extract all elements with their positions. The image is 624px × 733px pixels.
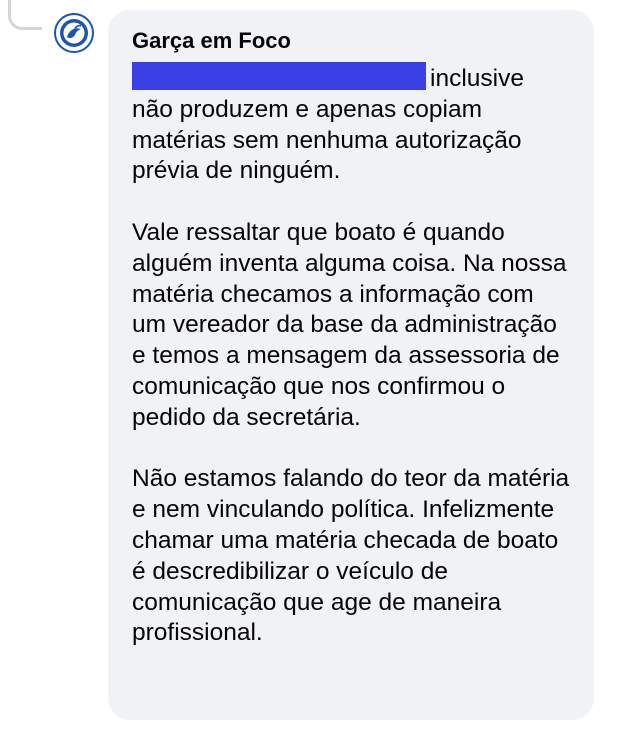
comment-text: inclusive não produzem e apenas copiam ma… bbox=[132, 62, 574, 649]
comment-paragraph-2: Vale ressaltar que boato é quando alguém… bbox=[132, 218, 567, 431]
redacted-text-block bbox=[132, 62, 426, 90]
comment-paragraph-1-body: não produzem e apenas copiam matérias se… bbox=[132, 95, 522, 185]
avatar[interactable] bbox=[54, 13, 94, 53]
comment-bubble: Garça em Foco inclusive não produzem e ap… bbox=[108, 10, 594, 720]
comment-paragraph-3: Não estamos falando do teor da matéria e… bbox=[132, 465, 570, 647]
comment-paragraph-1: inclusive não produzem e apenas copiam ma… bbox=[132, 62, 574, 187]
reply-thread-connector bbox=[8, 0, 42, 30]
bird-logo-icon bbox=[60, 19, 88, 47]
comment-author-name[interactable]: Garça em Foco bbox=[132, 26, 574, 56]
comment-first-line-text: inclusive bbox=[430, 65, 524, 92]
